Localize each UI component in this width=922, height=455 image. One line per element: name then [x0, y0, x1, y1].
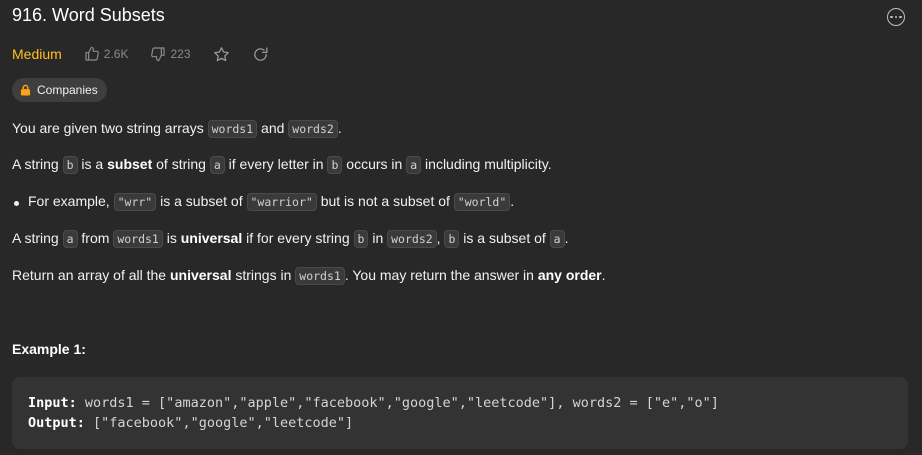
star-icon	[213, 46, 229, 61]
problem-title: 916. Word Subsets	[12, 5, 165, 25]
example-heading: Example 1:	[12, 341, 86, 357]
output-value: ["facebook","google","leetcode"]	[84, 415, 354, 431]
example-output-line: Output: ["facebook","google","leetcode"]	[28, 413, 892, 433]
companies-tag[interactable]: Companies	[12, 78, 107, 102]
description-paragraph-4: Return an array of all the universal str…	[12, 267, 606, 285]
thumbs-down-icon	[151, 47, 166, 62]
description-paragraph-1: You are given two string arrays words1 a…	[12, 120, 342, 138]
thumbs-up-icon	[85, 46, 99, 61]
dislike-count: 223	[170, 47, 191, 61]
description-paragraph-2: A string b is a subset of string a if ev…	[12, 156, 552, 174]
like-button[interactable]: 2.6K	[84, 46, 129, 62]
example-block: Input: words1 = ["amazon","apple","faceb…	[12, 377, 908, 449]
share-button[interactable]	[252, 46, 269, 63]
example-input-line: Input: words1 = ["amazon","apple","faceb…	[28, 393, 892, 413]
example-bullet: For example, "wrr" is a subset of "warri…	[28, 193, 515, 211]
input-value: words1 = ["amazon","apple","facebook","g…	[76, 395, 719, 411]
description-paragraph-3: A string a from words1 is universal if f…	[12, 230, 569, 248]
companies-label: Companies	[37, 83, 98, 97]
difficulty-badge: Medium	[12, 46, 62, 62]
input-label: Input:	[28, 395, 77, 411]
more-icon[interactable]	[887, 8, 905, 26]
output-label: Output:	[28, 415, 85, 431]
share-icon	[253, 46, 268, 61]
dislike-button[interactable]: 223	[150, 46, 191, 62]
favorite-button[interactable]	[213, 46, 230, 63]
problem-meta: Medium 2.6K 223	[12, 44, 291, 64]
bullet-marker	[14, 201, 19, 206]
like-count: 2.6K	[103, 47, 129, 61]
lock-icon	[20, 84, 31, 96]
